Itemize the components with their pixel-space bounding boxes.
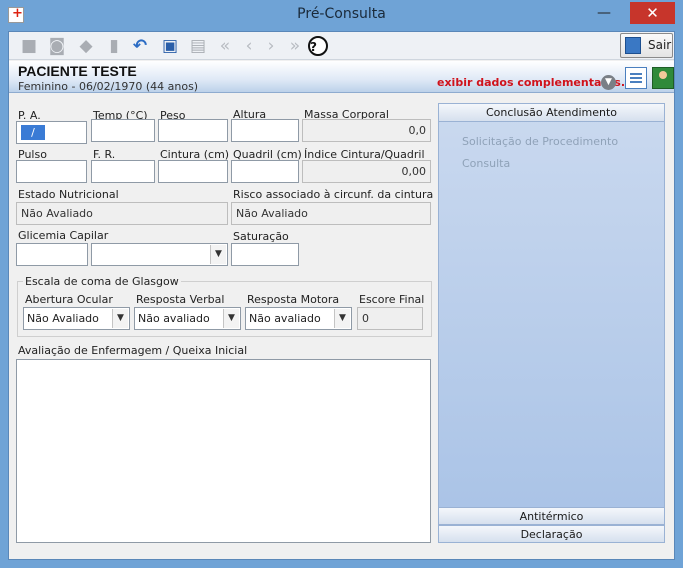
first-record-icon[interactable]: «: [213, 34, 237, 58]
window-title: Pré-Consulta: [297, 6, 386, 22]
panel-footer-declaracao[interactable]: Declaração: [439, 525, 664, 543]
final-value: 0: [357, 307, 423, 330]
chevron-down-icon[interactable]: ▼: [334, 309, 350, 328]
final-label: Escore Final: [359, 293, 425, 306]
nursing-label: Avaliação de Enfermagem / Queixa Inicial: [18, 344, 248, 357]
fr-input[interactable]: [91, 160, 155, 183]
verbal-select[interactable]: Não avaliado ▼: [134, 307, 241, 330]
altura-input[interactable]: [231, 119, 299, 142]
nursing-textarea[interactable]: [16, 359, 431, 543]
document-icon[interactable]: [625, 67, 647, 89]
patient-info: Feminino - 06/02/1970 (44 anos): [18, 80, 199, 93]
exit-door-icon: [625, 37, 641, 54]
edit-form-icon[interactable]: ▣: [158, 34, 182, 58]
help-icon[interactable]: ?: [308, 36, 328, 56]
verbal-label: Resposta Verbal: [136, 293, 225, 306]
binoculars-icon[interactable]: ◙: [45, 34, 69, 58]
pa-value: /: [21, 125, 45, 140]
chevron-down-icon[interactable]: ▼: [210, 245, 226, 264]
printer-icon[interactable]: ▤: [186, 34, 210, 58]
glicemia-label: Glicemia Capilar: [18, 229, 109, 242]
temp-input[interactable]: [91, 119, 155, 142]
indice-value: 0,00: [302, 160, 431, 183]
massa-value: 0,0: [302, 119, 431, 142]
ocular-label: Abertura Ocular: [25, 293, 113, 306]
next-record-icon[interactable]: ›: [259, 34, 283, 58]
chevron-down-icon[interactable]: ▼: [601, 75, 616, 90]
panel-link-consulta[interactable]: Consulta: [462, 157, 510, 170]
patient-header: PACIENTE TESTE Feminino - 06/02/1970 (44…: [9, 61, 674, 93]
previous-record-icon[interactable]: ‹: [237, 34, 261, 58]
chevron-down-icon[interactable]: ▼: [112, 309, 128, 328]
estado-value: Não Avaliado: [16, 202, 228, 225]
exit-button[interactable]: Sair: [620, 33, 673, 58]
minimize-button[interactable]: —: [590, 2, 618, 24]
risco-value: Não Avaliado: [231, 202, 431, 225]
close-button[interactable]: ✕: [630, 2, 675, 24]
glicemia-select[interactable]: ▼: [91, 243, 228, 266]
motora-select[interactable]: Não avaliado ▼: [245, 307, 352, 330]
eraser-icon[interactable]: ◆: [74, 34, 98, 58]
patient-name: PACIENTE TESTE: [18, 63, 137, 79]
panel-link-procedimento[interactable]: Solicitação de Procedimento: [462, 135, 618, 148]
cintura-input[interactable]: [158, 160, 228, 183]
saturacao-label: Saturação: [233, 230, 289, 243]
trash-icon[interactable]: ▮: [102, 34, 126, 58]
pa-input[interactable]: /: [16, 121, 87, 144]
new-document-icon[interactable]: ■: [17, 34, 41, 58]
motora-select-value: Não avaliado: [249, 312, 321, 325]
pulso-input[interactable]: [16, 160, 87, 183]
exit-label: Sair: [648, 38, 672, 52]
undo-icon[interactable]: ↶: [128, 34, 152, 58]
contact-card-icon[interactable]: [652, 67, 674, 89]
last-record-icon[interactable]: »: [283, 34, 307, 58]
verbal-select-value: Não avaliado: [138, 312, 210, 325]
glasgow-title: Escala de coma de Glasgow: [23, 275, 181, 288]
ocular-select[interactable]: Não Avaliado ▼: [23, 307, 130, 330]
estado-label: Estado Nutricional: [18, 188, 119, 201]
panel-footer-antitermico[interactable]: Antitérmico: [439, 507, 664, 525]
chevron-down-icon[interactable]: ▼: [223, 309, 239, 328]
risco-label: Risco associado à circunf. da cintura: [233, 188, 434, 201]
panel-header[interactable]: Conclusão Atendimento: [439, 104, 664, 122]
motora-label: Resposta Motora: [247, 293, 340, 306]
saturacao-input[interactable]: [231, 243, 299, 266]
ocular-select-value: Não Avaliado: [27, 312, 99, 325]
quadril-input[interactable]: [231, 160, 299, 183]
glicemia-input[interactable]: [16, 243, 88, 266]
peso-input[interactable]: [158, 119, 228, 142]
side-panel: Conclusão Atendimento Solicitação de Pro…: [438, 103, 665, 543]
